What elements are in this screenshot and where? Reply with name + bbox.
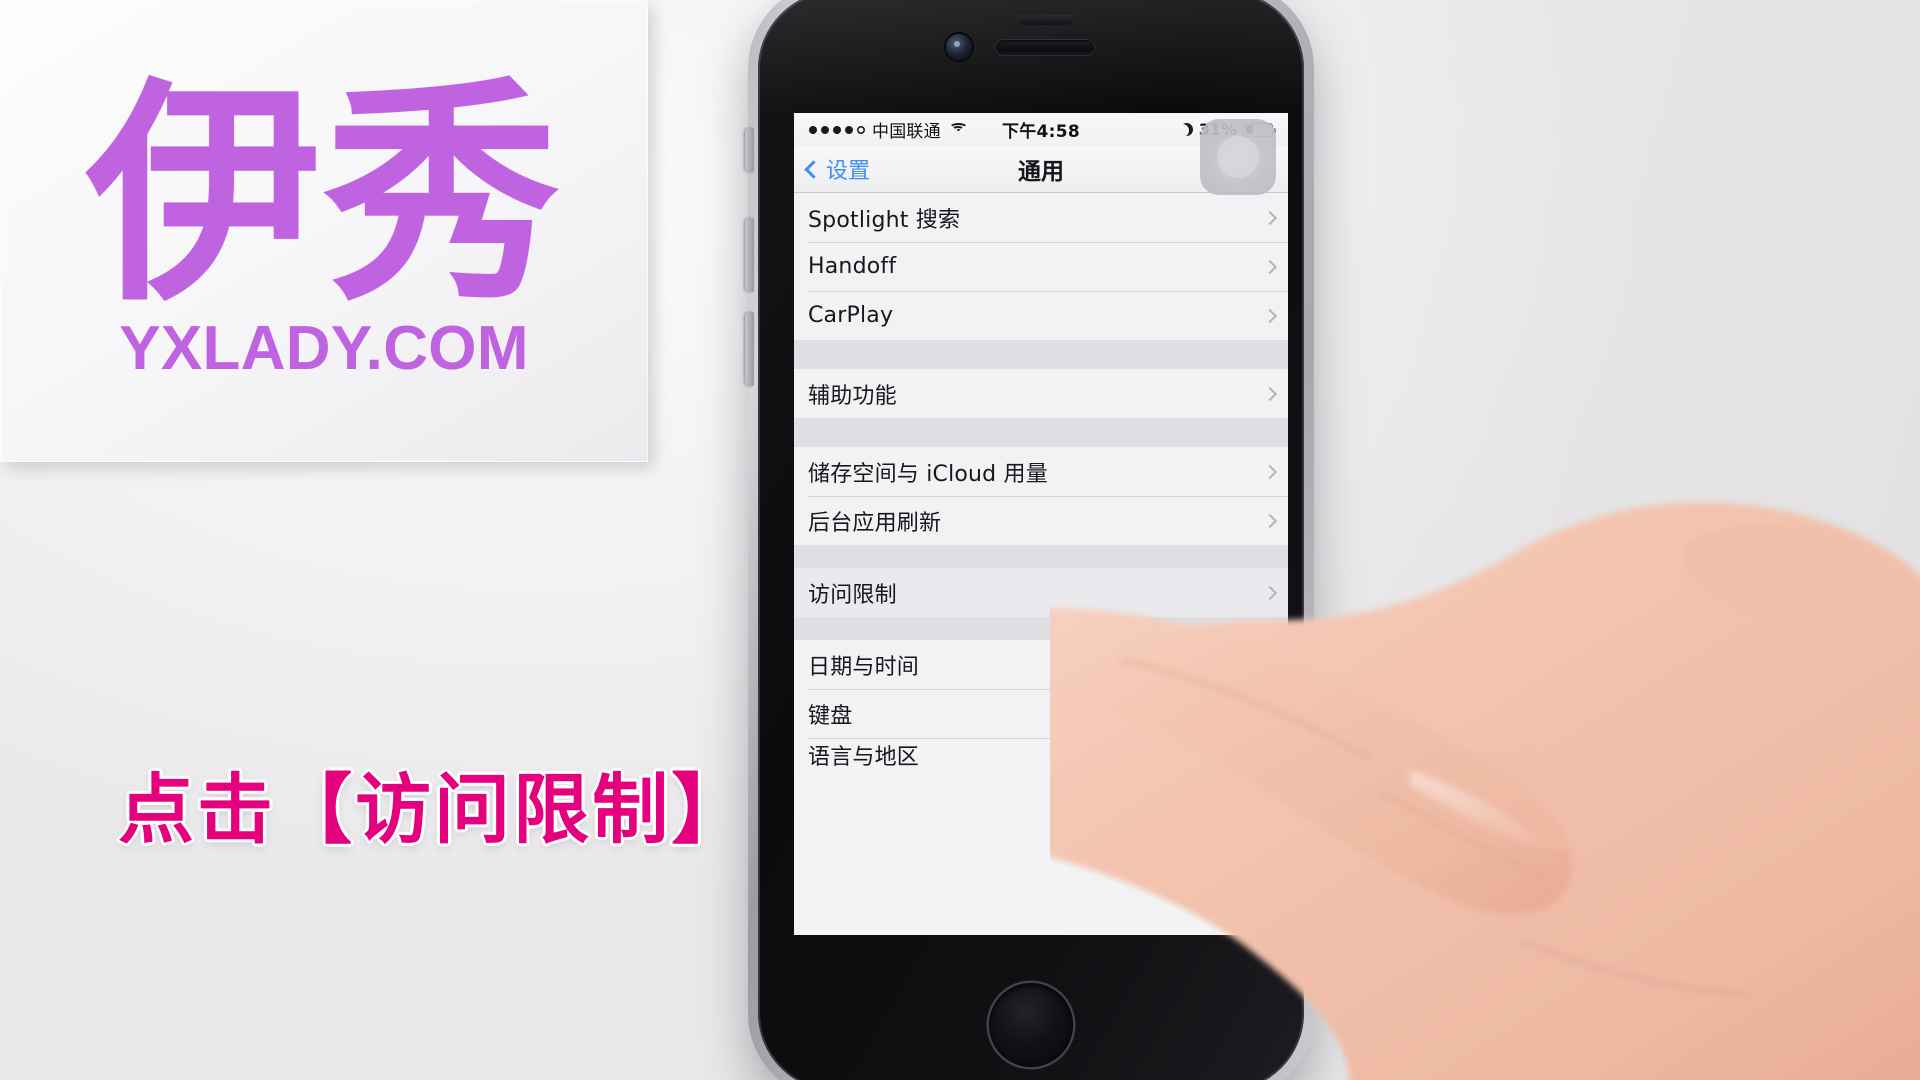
list-group-separator [794,418,1288,447]
yxlady-logo-plate: 伊秀 YXLADY.COM [0,0,648,462]
settings-row[interactable]: 后台应用刷新 [794,496,1288,545]
volume-down-button[interactable] [745,312,754,386]
volume-up-button[interactable] [745,218,754,292]
settings-row[interactable]: 储存空间与 iCloud 用量 [794,447,1288,496]
settings-row-label: 辅助功能 [808,383,897,409]
iphone-screen: 中国联通 下午4:58 31% 设置 通用 Spotlight 搜索 Hando… [794,113,1288,935]
battery-icon [1243,122,1276,137]
iphone-device: 中国联通 下午4:58 31% 设置 通用 Spotlight 搜索 Hando… [745,0,1314,1080]
chevron-right-icon [1262,386,1278,401]
list-group-separator [794,617,1288,640]
iphone-front-glass: 中国联通 下午4:58 31% 设置 通用 Spotlight 搜索 Hando… [758,0,1304,1080]
yxlady-domain-text: YXLADY.COM [119,313,529,383]
settings-row-label: 日期与时间 [808,654,920,680]
settings-row-label: Spotlight 搜索 [808,207,961,233]
battery-percent-label: 31% [1198,120,1237,139]
page-title: 通用 [1018,159,1064,185]
chevron-right-icon [1262,706,1278,721]
silent-switch[interactable] [745,128,754,172]
chevron-right-icon [1262,464,1278,479]
list-group-separator [794,340,1288,369]
chevron-right-icon [1262,513,1278,528]
settings-row-label: Handoff [808,254,897,279]
chevron-right-icon [1262,308,1278,323]
bezel-nick [1016,15,1074,25]
navigation-bar: 设置 通用 [794,146,1288,193]
status-bar: 中国联通 下午4:58 31% [794,113,1288,146]
settings-row[interactable]: 访问限制 [794,568,1288,617]
chevron-right-icon [1262,745,1278,761]
instruction-caption: 点击【访问限制】 [118,765,751,854]
settings-row[interactable]: 日期与时间 [794,640,1288,689]
settings-row[interactable]: CarPlay [794,291,1288,340]
general-settings-list: Spotlight 搜索 Handoff CarPlay 辅助功能储存空间与 iClo… [794,193,1288,772]
chevron-right-icon [1262,259,1278,274]
settings-row-label: 储存空间与 iCloud 用量 [808,461,1048,487]
chevron-right-icon [1262,657,1278,672]
settings-row[interactable]: Handoff [794,242,1288,291]
settings-row[interactable]: 键盘 [794,689,1288,738]
settings-row-label: 键盘 [808,703,853,729]
settings-row[interactable]: Spotlight 搜索 [794,193,1288,242]
settings-row-label: 访问限制 [808,582,897,608]
home-button-icon[interactable] [989,983,1073,1067]
settings-row-label: 语言与地区 [808,745,920,770]
moon-icon [1180,123,1193,136]
settings-row-label: CarPlay [808,303,894,328]
yxlady-logo-mark: 伊秀 [85,58,563,334]
chevron-right-icon [1262,585,1278,600]
list-group-separator [794,545,1288,568]
front-camera-icon [946,34,972,60]
settings-row[interactable]: 辅助功能 [794,369,1288,418]
earpiece-speaker-icon [996,40,1094,55]
chevron-right-icon [1262,210,1278,225]
settings-row-label: 后台应用刷新 [808,510,942,536]
settings-row[interactable]: 语言与地区 [794,738,1288,772]
